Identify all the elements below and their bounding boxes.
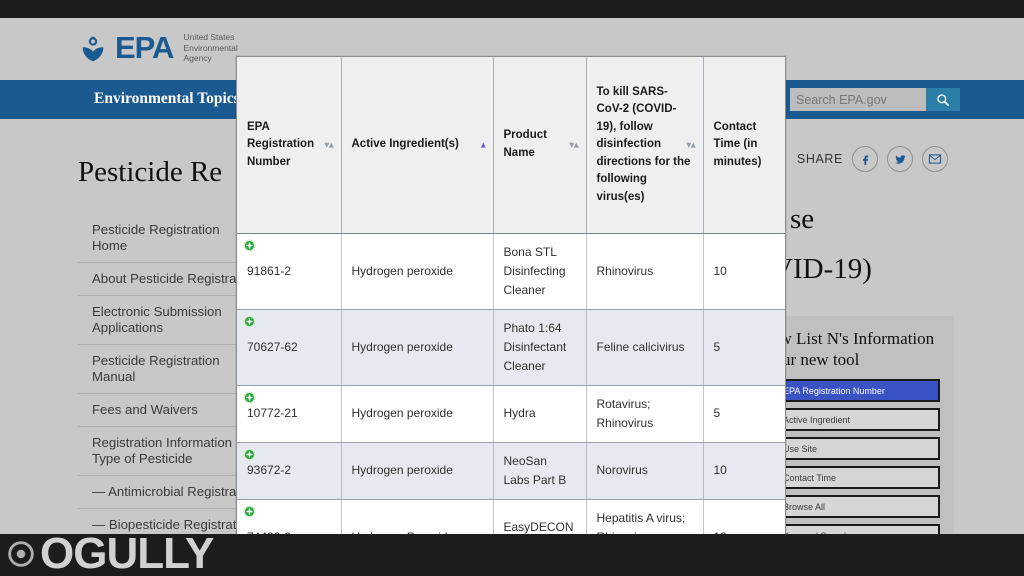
- epa-agency-line3: Agency: [183, 53, 212, 63]
- share-label: SHARE: [796, 152, 843, 166]
- list-n-table: EPA Registration Number ▾▴ Active Ingred…: [237, 57, 785, 534]
- sort-ascending-icon[interactable]: ▴: [481, 140, 486, 149]
- epa-agency-line1: United States: [183, 32, 235, 42]
- expand-row-icon[interactable]: [243, 239, 256, 252]
- table-row: 74436-2 Hydrogen Peroxide EasyDECON Part…: [237, 499, 785, 534]
- epa-page: EPA United States Environmental Agency E…: [0, 18, 1024, 534]
- cell-registration-number: 70627-62: [237, 309, 342, 386]
- expand-row-icon[interactable]: [243, 448, 256, 461]
- cell-product-name: Phato 1:64 Disinfectant Cleaner: [493, 309, 587, 386]
- sidebar-item-registration-information-by-type[interactable]: Registration Information by Type of Pest…: [78, 426, 260, 475]
- cell-target-virus: Norovirus: [586, 442, 704, 500]
- table-row: 93672-2 Hydrogen peroxide NeoSan Labs Pa…: [237, 442, 785, 500]
- cell-product-name: NeoSan Labs Part B: [493, 442, 587, 500]
- promo-button-label: Contact Time: [783, 472, 837, 483]
- expand-row-icon[interactable]: [243, 315, 256, 328]
- cell-registration-number: 93672-2: [237, 442, 342, 500]
- sidebar-item-pesticide-registration-manual[interactable]: Pesticide Registration Manual: [78, 344, 260, 393]
- cell-text: 74436-2: [247, 530, 291, 535]
- epa-seal-icon: [82, 36, 104, 61]
- column-header-label: Contact Time (in minutes): [713, 120, 762, 168]
- sidebar-item-biopesticide-registration[interactable]: — Biopesticide Registration: [78, 508, 260, 534]
- column-header-contact-time[interactable]: Contact Time (in minutes): [703, 57, 785, 234]
- expand-row-icon[interactable]: [243, 391, 256, 404]
- sort-icon[interactable]: ▾▴: [686, 140, 695, 149]
- facebook-icon[interactable]: [852, 146, 878, 172]
- cell-registration-number: 91861-2: [237, 233, 342, 310]
- table-row: 70627-62 Hydrogen peroxide Phato 1:64 Di…: [237, 309, 785, 386]
- cell-target-virus: Feline calicivirus: [586, 309, 704, 386]
- column-header-active-ingredient[interactable]: Active Ingredient(s) ▴: [341, 57, 494, 234]
- cell-product-name: Hydra: [493, 385, 587, 443]
- cell-text: 10772-21: [247, 406, 298, 420]
- site-search: [790, 88, 960, 111]
- cell-contact-time: 10: [703, 499, 785, 534]
- cell-active-ingredient: Hydrogen peroxide: [341, 385, 494, 443]
- expand-row-icon[interactable]: [243, 505, 256, 518]
- cell-contact-time: 10: [703, 442, 785, 500]
- table-body: 91861-2 Hydrogen peroxide Bona STL Disin…: [237, 233, 785, 534]
- column-header-label: To kill SARS-CoV-2 (COVID-19), follow di…: [596, 85, 691, 203]
- sidebar-item-about-pesticide-registration[interactable]: About Pesticide Registration: [78, 262, 260, 295]
- promo-button-label: Active Ingredient: [783, 414, 851, 425]
- page-title-fragment-line3: VID-19): [772, 253, 872, 285]
- column-header-label: EPA Registration Number: [247, 120, 315, 168]
- cell-registration-number: 74436-2: [237, 499, 342, 535]
- column-header-target-virus[interactable]: To kill SARS-CoV-2 (COVID-19), follow di…: [586, 57, 704, 234]
- list-n-table-overlay: EPA Registration Number ▾▴ Active Ingred…: [236, 56, 786, 534]
- cell-contact-time: 5: [703, 385, 785, 443]
- table-row: 91861-2 Hydrogen peroxide Bona STL Disin…: [237, 233, 785, 310]
- sidebar-item-antimicrobial-registration[interactable]: — Antimicrobial Registration: [78, 475, 260, 508]
- column-header-label: Product Name: [503, 129, 547, 159]
- sidebar-item-electronic-submission-applications[interactable]: Electronic Submission Applications: [78, 295, 260, 344]
- nav-item-environmental-topics[interactable]: Environmental Topics: [94, 90, 240, 108]
- cell-text: 93672-2: [247, 463, 292, 477]
- cell-product-name: Bona STL Disinfecting Cleaner: [493, 233, 587, 310]
- table-row: 10772-21 Hydrogen peroxide Hydra Rotavir…: [237, 385, 785, 443]
- search-icon: [937, 93, 950, 106]
- search-button[interactable]: [926, 88, 960, 111]
- email-icon[interactable]: [922, 146, 948, 172]
- cell-target-virus: Hepatitis A virus; Rhinovirus; Feline ca…: [586, 499, 704, 534]
- cell-text: 91861-2: [247, 263, 292, 278]
- cell-active-ingredient: Hydrogen peroxide: [341, 309, 494, 386]
- promo-button-label: Use Site: [783, 443, 818, 454]
- cell-active-ingredient: Hydrogen peroxide: [341, 233, 494, 310]
- promo-button-label: EPA Registration Number: [783, 385, 885, 396]
- sidebar-item-fees-and-waivers[interactable]: Fees and Waivers: [78, 393, 260, 426]
- search-input[interactable]: [790, 88, 926, 111]
- epa-agency-line2: Environmental: [183, 42, 238, 53]
- epa-wordmark: EPA: [115, 29, 174, 65]
- cell-registration-number: 10772-21: [237, 385, 342, 443]
- sidebar-item-pesticide-registration-home[interactable]: Pesticide Registration Home: [78, 214, 260, 262]
- column-header-product-name[interactable]: Product Name ▾▴: [493, 57, 587, 234]
- sort-icon[interactable]: ▾▴: [324, 140, 333, 149]
- cell-text: 70627-62: [247, 339, 298, 354]
- column-header-epa-registration-number[interactable]: EPA Registration Number ▾▴: [237, 57, 342, 234]
- table-header-row: EPA Registration Number ▾▴ Active Ingred…: [237, 57, 785, 234]
- twitter-icon[interactable]: [887, 146, 913, 172]
- cell-contact-time: 5: [703, 309, 785, 386]
- page-title: Pesticide Re: [78, 156, 223, 188]
- share-row: SHARE: [797, 146, 948, 172]
- cell-target-virus: Rhinovirus: [586, 233, 704, 310]
- sidebar-nav: Pesticide Registration Home About Pestic…: [78, 214, 260, 534]
- promo-button-label: Browse All: [783, 501, 826, 512]
- cell-target-virus: Rotavirus; Rhinovirus: [586, 385, 704, 443]
- cell-contact-time: 10: [703, 233, 785, 310]
- letterbox-top: [0, 0, 1024, 18]
- cell-active-ingredient: Hydrogen Peroxide: [341, 499, 494, 534]
- epa-logo[interactable]: EPA United States Environmental Agency: [78, 32, 238, 64]
- sort-icon[interactable]: ▾▴: [569, 140, 578, 149]
- page-title-fragment-line2: se: [790, 203, 815, 235]
- letterbox-bottom: [0, 534, 1024, 576]
- column-header-label: Active Ingredient(s): [351, 138, 459, 150]
- cell-product-name: EasyDECON Part 2: [493, 499, 587, 534]
- epa-agency-name: United States Environmental Agency: [183, 32, 237, 64]
- cell-active-ingredient: Hydrogen peroxide: [341, 442, 494, 500]
